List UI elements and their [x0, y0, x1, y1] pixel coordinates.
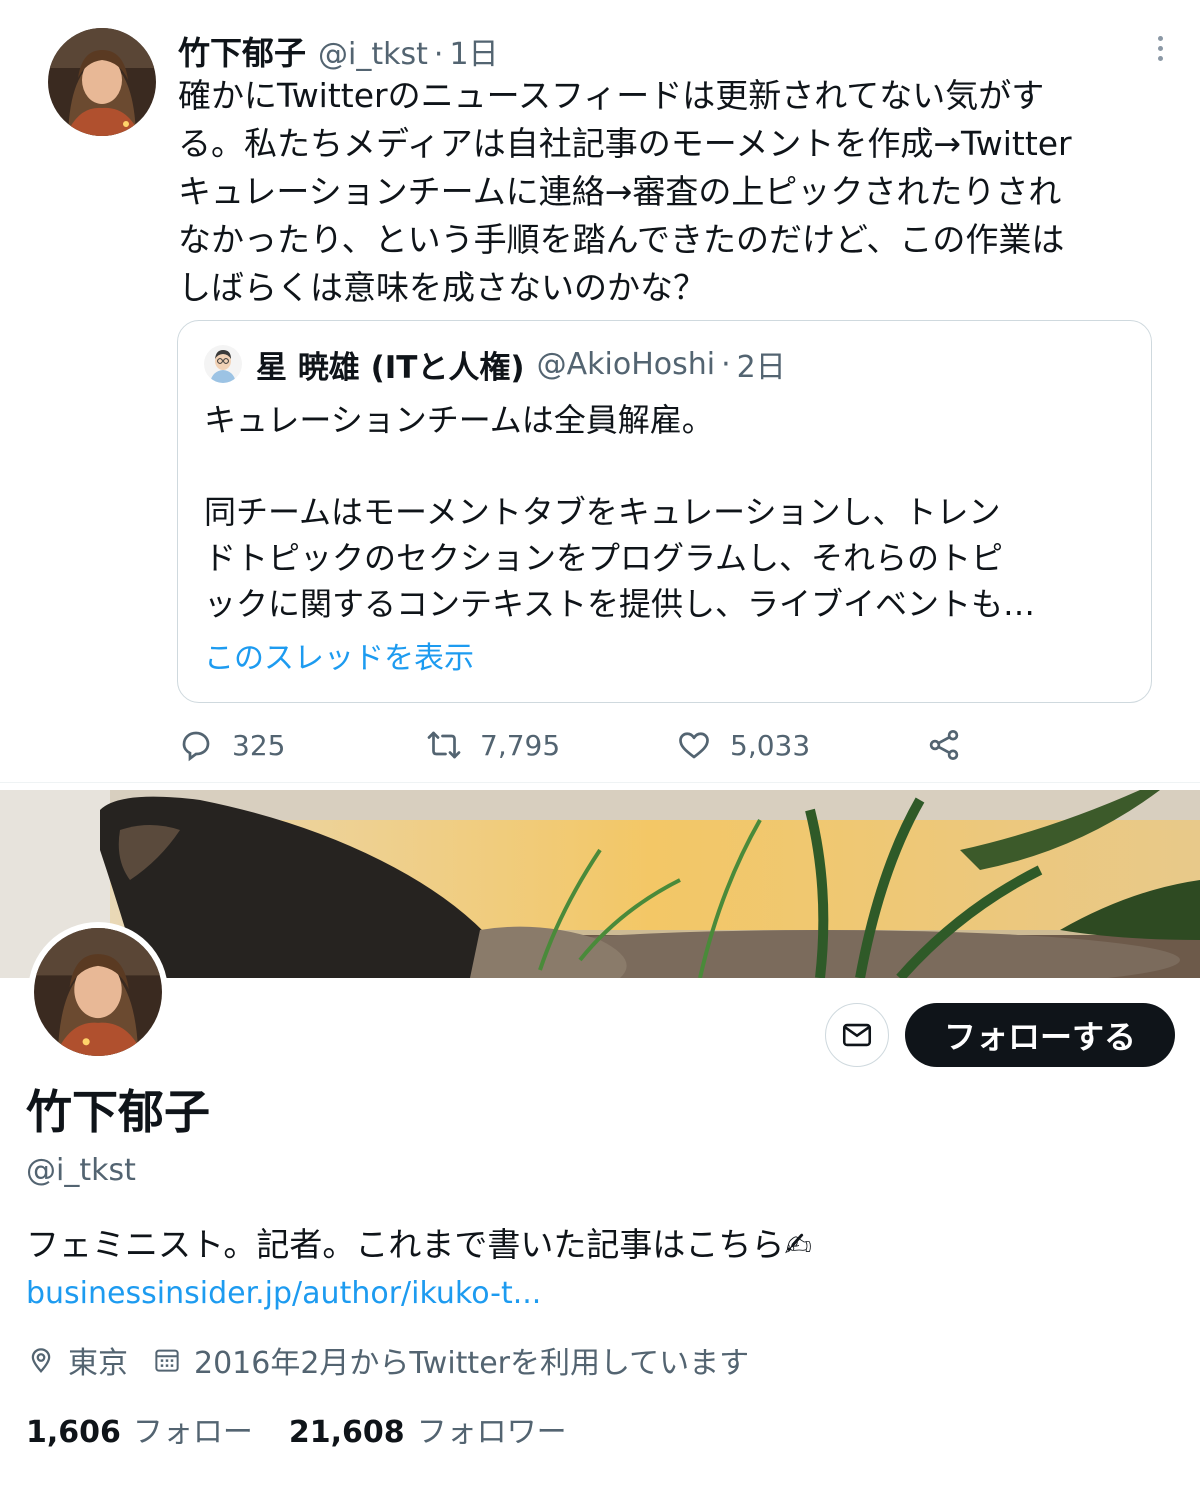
tweet-timestamp[interactable]: 1日: [449, 29, 498, 73]
tweet-author-avatar[interactable]: [48, 28, 156, 136]
profile-meta: 東京 2016年2月からTwitterを利用しています: [26, 1337, 749, 1383]
followers-count: 21,608: [288, 1415, 405, 1450]
section-divider: [0, 782, 1200, 783]
more-vertical-icon[interactable]: [1142, 30, 1178, 66]
profile-stats: 1,606 フォロー 21,608 フォロワー: [26, 1406, 567, 1452]
following-link[interactable]: 1,606 フォロー: [26, 1407, 253, 1451]
tweet-text: 確かにTwitterのニュースフィードは更新されてない気がす る。私たちメディア…: [178, 76, 1072, 307]
tweet-header: 竹下郁子 @i_tkst · 1日: [178, 28, 499, 72]
tweet-author-handle[interactable]: @i_tkst: [318, 37, 428, 72]
quoted-tweet[interactable]: 星 暁雄 (ITと人権) @AkioHoshi · 2日 キュレーションチームは…: [177, 320, 1152, 703]
heart-icon: [679, 732, 709, 759]
quoted-tweet-text: キュレーションチームは全員解雇。 同チームはモーメントタブをキュレーションし、ト…: [204, 401, 1036, 623]
quoted-author-handle[interactable]: @AkioHoshi: [537, 347, 715, 382]
following-count: 1,606: [26, 1415, 121, 1450]
profile-name: 竹下郁子: [26, 1085, 210, 1139]
tweet-author-name[interactable]: 竹下郁子: [178, 28, 306, 74]
profile-banner[interactable]: [0, 790, 1200, 978]
reply-button[interactable]: 325: [178, 720, 285, 770]
header-separator: ·: [433, 37, 444, 72]
tweet-actions: 325 7,795 5,033: [178, 720, 978, 770]
profile-avatar[interactable]: [28, 922, 168, 1062]
share-icon: [929, 730, 959, 760]
followers-label: フォロワー: [416, 1415, 567, 1450]
profile-website-link[interactable]: businessinsider.jp/author/ikuko-t...: [26, 1272, 541, 1316]
retweet-button[interactable]: 7,795: [426, 720, 560, 770]
retweet-count: 7,795: [480, 728, 561, 762]
share-button[interactable]: [926, 720, 980, 770]
quoted-timestamp[interactable]: 2日: [737, 342, 786, 386]
quoted-author-name[interactable]: 星 暁雄 (ITと人権): [256, 342, 525, 387]
quoted-header-separator: ·: [721, 346, 731, 382]
mail-icon: [842, 1023, 872, 1047]
follow-button[interactable]: フォローする: [905, 1003, 1175, 1067]
tweet[interactable]: 竹下郁子 @i_tkst · 1日 確かにTwitterのニュースフィードは更新…: [0, 0, 1200, 782]
reply-count: 325: [232, 728, 286, 762]
like-count: 5,033: [730, 728, 811, 762]
quoted-author-avatar: [204, 345, 242, 383]
like-button[interactable]: 5,033: [676, 720, 810, 770]
quoted-tweet-header: 星 暁雄 (ITと人権) @AkioHoshi · 2日: [204, 341, 786, 387]
profile-location: 東京: [68, 1346, 128, 1381]
show-thread-link[interactable]: このスレッドを表示: [204, 637, 474, 681]
location-icon: [31, 1348, 51, 1373]
message-button[interactable]: [825, 1003, 889, 1067]
followers-link[interactable]: 21,608 フォロワー: [289, 1407, 567, 1451]
calendar-icon: [155, 1349, 179, 1372]
following-label: フォロー: [132, 1415, 253, 1450]
retweet-icon: [427, 731, 461, 759]
profile-join-date: 2016年2月からTwitterを利用しています: [194, 1346, 750, 1381]
profile-bio: フェミニスト。記者。これまで書いた記事はこちら✍: [26, 1225, 812, 1264]
profile-handle: @i_tkst: [26, 1153, 136, 1188]
reply-icon: [182, 731, 210, 762]
